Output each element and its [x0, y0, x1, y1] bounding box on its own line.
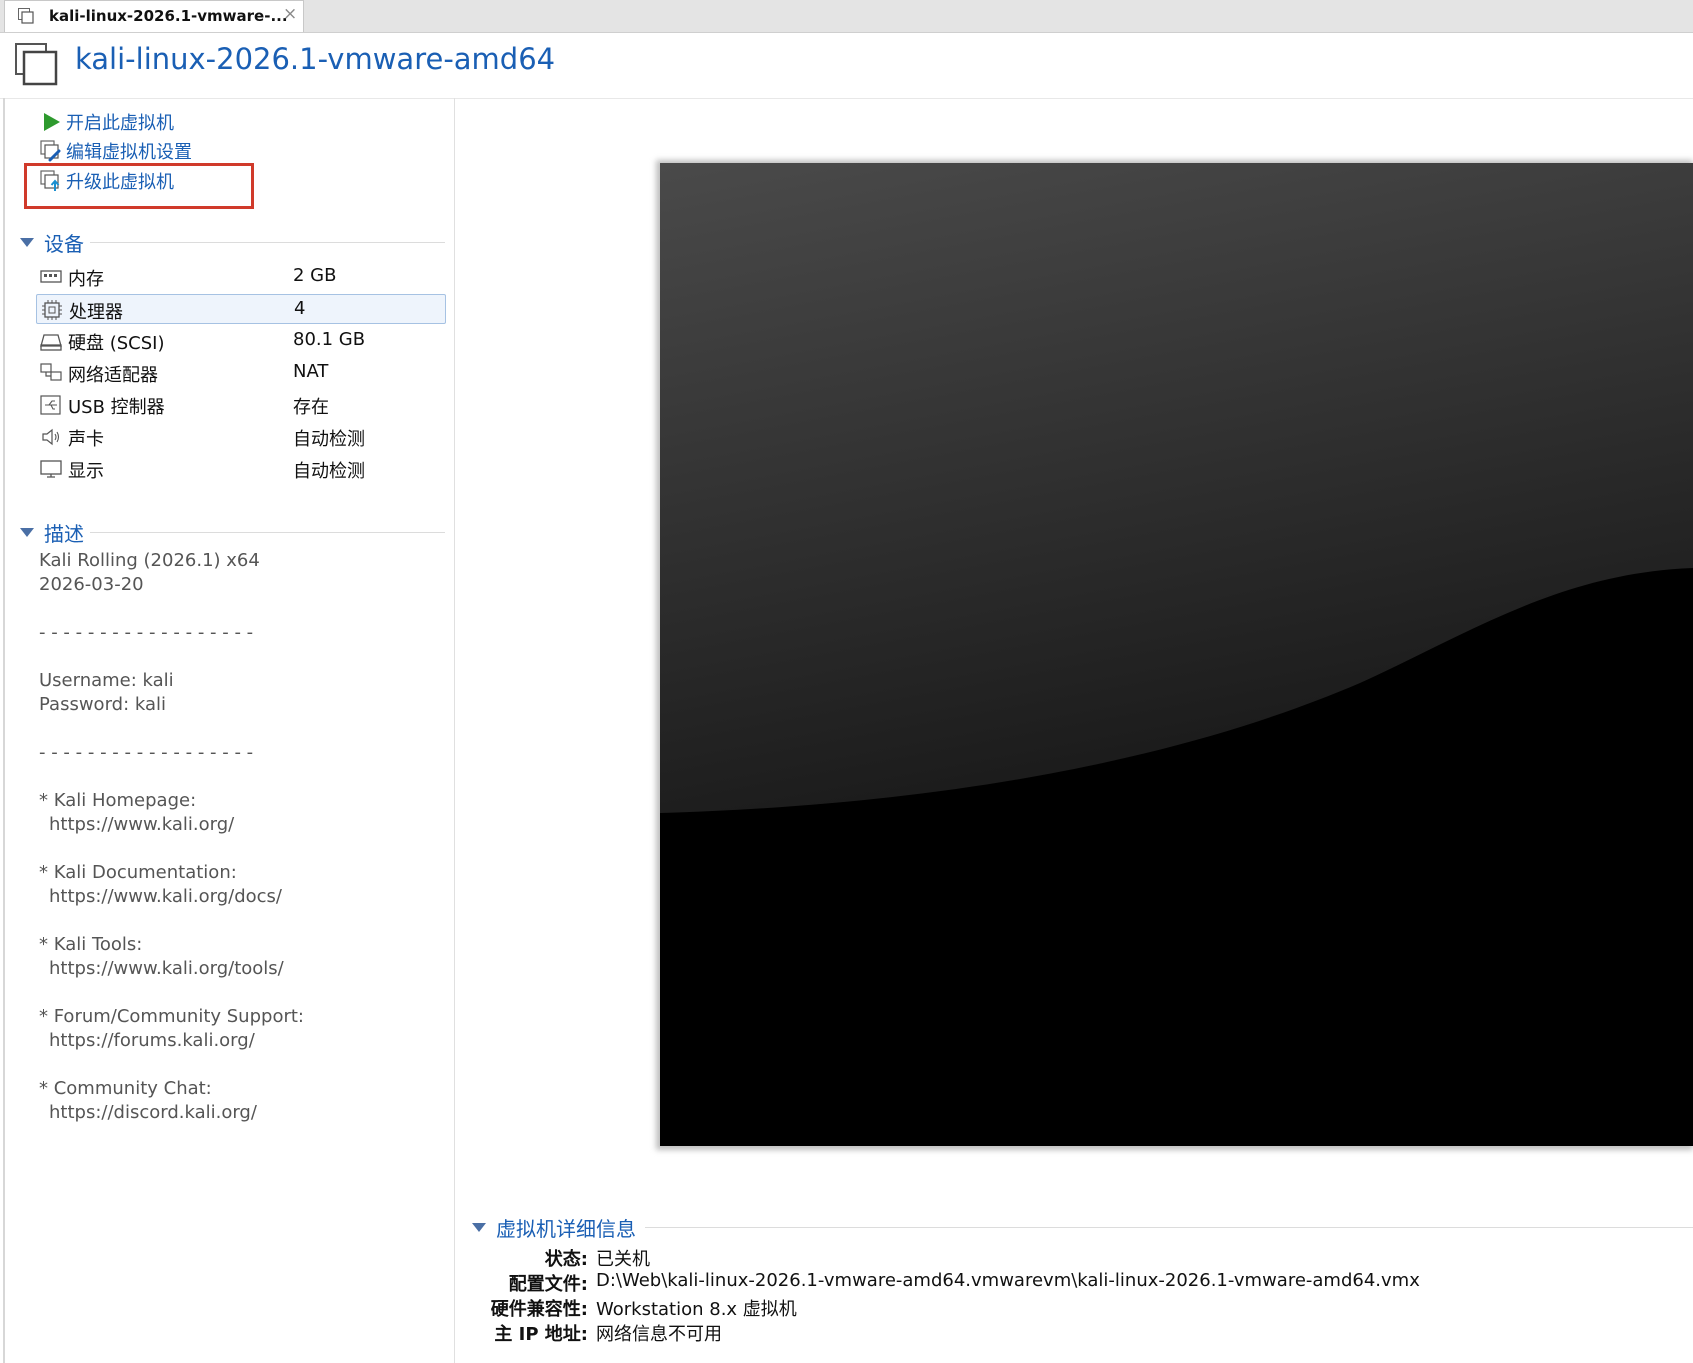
- details-section-header[interactable]: 虚拟机详细信息: [472, 1213, 636, 1241]
- collapse-triangle-icon[interactable]: [20, 527, 34, 537]
- close-icon[interactable]: ×: [283, 4, 297, 24]
- description-line: https://forums.kali.org/: [49, 1030, 255, 1051]
- details-title: 虚拟机详细信息: [496, 1216, 636, 1241]
- device-name: 网络适配器: [68, 365, 158, 386]
- detail-label: 主 IP 地址:: [494, 1324, 588, 1345]
- description-line: Password: kali: [39, 694, 167, 715]
- device-value: NAT: [293, 361, 329, 382]
- power-on-label: 开启此虚拟机: [66, 113, 174, 134]
- device-row-display[interactable]: 显示 自动检测: [36, 454, 446, 484]
- device-value: 4: [294, 298, 306, 319]
- device-row-processor[interactable]: 处理器 4: [36, 294, 446, 324]
- play-icon: [40, 111, 62, 133]
- processor-icon: [42, 300, 62, 320]
- detail-value: D:\Web\kali-linux-2026.1-vmware-amd64.vm…: [596, 1270, 1420, 1291]
- vm-icon: [15, 43, 58, 86]
- memory-icon: [40, 270, 62, 283]
- description-line: * Kali Homepage:: [39, 790, 197, 811]
- device-name: 显示: [68, 461, 104, 482]
- section-rule: [90, 532, 445, 533]
- detail-value: Workstation 8.x 虚拟机: [596, 1299, 797, 1320]
- device-value: 存在: [293, 397, 329, 418]
- power-on-button[interactable]: 开启此虚拟机: [40, 109, 174, 135]
- preview-image: [660, 163, 1693, 1146]
- description-line: 2026-03-20: [39, 574, 144, 595]
- monitor-icon: [40, 460, 62, 478]
- vm-icon: [18, 8, 34, 24]
- description-line: https://www.kali.org/docs/: [49, 886, 282, 907]
- device-value: 80.1 GB: [293, 329, 366, 350]
- devices-title: 设备: [44, 231, 84, 256]
- description-section-header[interactable]: 描述: [20, 518, 84, 546]
- section-rule: [645, 1227, 1693, 1228]
- device-name: 处理器: [69, 302, 123, 323]
- tab-vm[interactable]: kali-linux-2026.1-vmware-... ×: [4, 0, 304, 32]
- vm-screen-preview[interactable]: [660, 163, 1693, 1146]
- divider: [3, 98, 5, 1363]
- highlight-box: [24, 163, 254, 209]
- description-line: https://www.kali.org/: [49, 814, 235, 835]
- description-line: https://www.kali.org/tools/: [49, 958, 284, 979]
- description-line: * Kali Documentation:: [39, 862, 237, 883]
- device-name: 硬盘 (SCSI): [68, 333, 165, 354]
- description-title: 描述: [44, 521, 84, 546]
- device-name: 内存: [68, 269, 104, 290]
- detail-value: 网络信息不可用: [596, 1324, 722, 1345]
- edit-settings-icon: [40, 140, 62, 162]
- network-adapter-icon: [40, 363, 62, 381]
- description-line: * Forum/Community Support:: [39, 1006, 304, 1027]
- detail-label: 配置文件:: [508, 1274, 588, 1295]
- tab-bar: kali-linux-2026.1-vmware-... ×: [0, 0, 1693, 33]
- device-name: USB 控制器: [68, 397, 165, 418]
- section-rule: [90, 242, 445, 243]
- device-value: 自动检测: [293, 429, 365, 450]
- panel-divider: [454, 98, 455, 1363]
- description-line: Kali Rolling (2026.1) x64: [39, 550, 260, 571]
- detail-label: 状态:: [544, 1249, 588, 1270]
- device-row-memory[interactable]: 内存 2 GB: [36, 262, 446, 292]
- usb-icon: [40, 395, 61, 415]
- hard-disk-icon: [40, 334, 62, 351]
- edit-settings-label: 编辑虚拟机设置: [66, 142, 192, 163]
- description-line: https://discord.kali.org/: [49, 1102, 257, 1123]
- device-name: 声卡: [68, 429, 104, 450]
- devices-section-header[interactable]: 设备: [20, 228, 84, 256]
- tab-title: kali-linux-2026.1-vmware-...: [49, 7, 288, 25]
- detail-label: 硬件兼容性:: [490, 1299, 588, 1320]
- description-line: * Kali Tools:: [39, 934, 143, 955]
- device-row-network[interactable]: 网络适配器 NAT: [36, 358, 446, 388]
- page-title: kali-linux-2026.1-vmware-amd64: [75, 42, 556, 76]
- device-row-sound[interactable]: 声卡 自动检测: [36, 422, 446, 452]
- description-line: Username: kali: [39, 670, 174, 691]
- collapse-triangle-icon[interactable]: [472, 1222, 486, 1232]
- device-value: 自动检测: [293, 461, 365, 482]
- detail-value: 已关机: [596, 1249, 650, 1270]
- device-value: 2 GB: [293, 265, 337, 286]
- description-line: - - - - - - - - - - - - - - - - - -: [39, 622, 254, 643]
- edit-settings-button[interactable]: 编辑虚拟机设置: [40, 138, 192, 164]
- description-line: * Community Chat:: [39, 1078, 212, 1099]
- divider: [0, 98, 1693, 99]
- speaker-icon: [42, 428, 60, 446]
- device-row-hard-disk[interactable]: 硬盘 (SCSI) 80.1 GB: [36, 326, 446, 356]
- collapse-triangle-icon[interactable]: [20, 237, 34, 247]
- description-line: - - - - - - - - - - - - - - - - - -: [39, 742, 254, 763]
- device-row-usb[interactable]: USB 控制器 存在: [36, 390, 446, 420]
